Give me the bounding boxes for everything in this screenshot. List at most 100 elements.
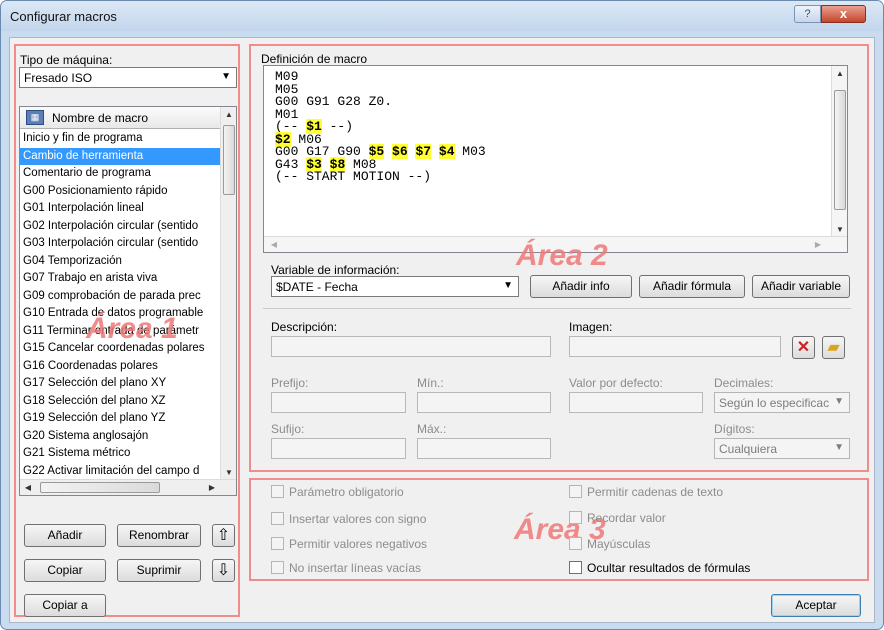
digits-select[interactable]: Cualquiera ▼ — [714, 438, 850, 459]
remember-value-checkbox[interactable]: Recordar valor — [569, 511, 666, 525]
title-bar: Configurar macros ? x — [1, 1, 883, 31]
macro-list-item[interactable]: G02 Interpolación circular (sentido — [20, 218, 220, 236]
decimals-value: Según lo especificac — [719, 396, 830, 410]
delete-macro-button[interactable]: Suprimir — [117, 559, 201, 582]
macro-definition-editor[interactable]: M09 M05 G00 G91 G28 Z0. M01 (-- $1 --) $2 M06… — [263, 65, 848, 253]
macro-list-item[interactable]: G10 Entrada de datos programable — [20, 305, 220, 323]
checkbox-box[interactable] — [271, 561, 284, 574]
macro-list-item[interactable]: G09 comprobación de parada prec — [20, 288, 220, 306]
default-value-field[interactable] — [569, 392, 703, 413]
editor-scroll-thumb[interactable] — [834, 90, 846, 210]
macro-definition-label: Definición de macro — [261, 52, 368, 66]
move-up-arrow-icon[interactable]: ⇧ — [212, 524, 235, 547]
suffix-field[interactable] — [271, 438, 406, 459]
macro-list-item[interactable]: G04 Temporización — [20, 253, 220, 271]
copy-macro-button[interactable]: Copiar — [24, 559, 106, 582]
prefix-field[interactable] — [271, 392, 406, 413]
scroll-up-icon[interactable]: ▲ — [832, 66, 847, 82]
macro-list-hscrollbar[interactable]: ◀ ▶ — [20, 479, 236, 495]
copy-to-button[interactable]: Copiar a — [24, 594, 106, 617]
macro-list-vscrollbar[interactable]: ▲ ▼ — [220, 107, 236, 481]
macro-icon: ▦ — [26, 110, 44, 125]
macro-list-item[interactable]: G19 Selección del plano YZ — [20, 410, 220, 428]
hscroll-thumb[interactable] — [40, 482, 160, 493]
macro-list-item[interactable]: G03 Interpolación circular (sentido — [20, 235, 220, 253]
accept-button[interactable]: Aceptar — [771, 594, 861, 617]
checkbox-box[interactable] — [271, 485, 284, 498]
scroll-left-icon[interactable]: ◀ — [266, 237, 282, 252]
decimals-select[interactable]: Según lo especificac ▼ — [714, 392, 850, 413]
min-field[interactable] — [417, 392, 551, 413]
chevron-down-icon: ▼ — [503, 280, 513, 291]
macro-list-item[interactable]: G11 Terminar entrada de parámetr — [20, 323, 220, 341]
signed-values-label: Insertar valores con signo — [289, 512, 427, 526]
add-macro-button[interactable]: Añadir — [24, 524, 106, 547]
add-variable-button[interactable]: Añadir variable — [752, 275, 850, 298]
add-formula-button[interactable]: Añadir fórmula — [639, 275, 745, 298]
macro-list-item[interactable]: Inicio y fin de programa — [20, 130, 220, 148]
editor-vscrollbar[interactable]: ▲ ▼ — [831, 66, 847, 238]
info-variable-select[interactable]: $DATE - Fecha ▼ — [271, 276, 519, 297]
scroll-up-icon[interactable]: ▲ — [221, 107, 236, 123]
macro-list-item[interactable]: G07 Trabajo en arista viva — [20, 270, 220, 288]
window-title: Configurar macros — [10, 9, 117, 24]
prefix-label: Prefijo: — [271, 376, 309, 390]
hide-formula-results-checkbox[interactable]: Ocultar resultados de fórmulas — [569, 561, 750, 575]
macro-list-item[interactable]: G16 Coordenadas polares — [20, 358, 220, 376]
macro-variable-token: $6 — [392, 144, 408, 159]
no-empty-lines-label: No insertar líneas vacías — [289, 561, 422, 575]
max-field[interactable] — [417, 438, 551, 459]
scroll-left-icon[interactable]: ◀ — [20, 480, 36, 495]
checkbox-box[interactable] — [569, 561, 582, 574]
uppercase-checkbox[interactable]: Mayúsculas — [569, 537, 650, 551]
machine-type-select[interactable]: Fresado ISO ▼ — [19, 67, 237, 88]
macro-list-item[interactable]: G22 Activar limitación del campo d — [20, 463, 220, 481]
mandatory-param-checkbox[interactable]: Parámetro obligatorio — [271, 485, 404, 499]
macro-list-header-label: Nombre de macro — [52, 111, 149, 125]
macro-list-header[interactable]: ▦ Nombre de macro — [20, 107, 220, 129]
checkbox-box[interactable] — [569, 537, 582, 550]
scroll-right-icon[interactable]: ▶ — [204, 480, 220, 495]
info-variable-value: $DATE - Fecha — [276, 280, 358, 294]
macro-list-item[interactable]: G01 Interpolación lineal — [20, 200, 220, 218]
no-empty-lines-checkbox[interactable]: No insertar líneas vacías — [271, 561, 421, 575]
image-field[interactable] — [569, 336, 781, 357]
macro-list[interactable]: ▦ Nombre de macro Inicio y fin de progra… — [19, 106, 237, 496]
checkbox-box[interactable] — [569, 485, 582, 498]
checkbox-box[interactable] — [569, 511, 582, 524]
checkbox-box[interactable] — [271, 537, 284, 550]
text-strings-checkbox[interactable]: Permitir cadenas de texto — [569, 485, 723, 499]
signed-values-checkbox[interactable]: Insertar valores con signo — [271, 512, 426, 526]
macro-list-rows: Inicio y fin de programa Cambio de herram… — [20, 130, 220, 480]
macro-list-item[interactable]: Cambio de herramienta — [20, 147, 220, 165]
scroll-thumb[interactable] — [223, 125, 235, 195]
macro-variable-token: $7 — [415, 144, 432, 159]
delete-image-icon[interactable]: ✕ — [792, 336, 815, 359]
digits-label: Dígitos: — [714, 422, 755, 436]
mandatory-param-label: Parámetro obligatorio — [289, 485, 404, 499]
move-down-arrow-icon[interactable]: ⇩ — [212, 559, 235, 582]
macro-list-item[interactable]: G18 Selección del plano XZ — [20, 393, 220, 411]
code-text: --) — [321, 119, 354, 134]
macro-list-item[interactable]: G00 Posicionamiento rápido — [20, 183, 220, 201]
macro-list-item[interactable]: G17 Selección del plano XY — [20, 375, 220, 393]
help-button[interactable]: ? — [794, 5, 821, 23]
decimals-label: Decimales: — [714, 376, 774, 390]
rename-macro-button[interactable]: Renombrar — [117, 524, 201, 547]
editor-hscrollbar[interactable]: ◀ ▶ — [264, 236, 847, 252]
macro-list-item[interactable]: G15 Cancelar coordenadas polares — [20, 340, 220, 358]
image-label: Imagen: — [569, 320, 613, 334]
checkbox-box[interactable] — [271, 512, 284, 525]
description-field[interactable] — [271, 336, 551, 357]
negative-values-checkbox[interactable]: Permitir valores negativos — [271, 537, 427, 551]
macro-list-item[interactable]: G21 Sistema métrico — [20, 445, 220, 463]
folder-icon[interactable]: ▰ — [822, 336, 845, 359]
macro-list-item[interactable]: G20 Sistema anglosajón — [20, 428, 220, 446]
close-button[interactable]: x — [821, 5, 866, 23]
add-info-button[interactable]: Añadir info — [530, 275, 632, 298]
macro-list-item[interactable]: Comentario de programa — [20, 165, 220, 183]
scroll-right-icon[interactable]: ▶ — [810, 237, 826, 252]
machine-type-label: Tipo de máquina: — [20, 53, 113, 67]
